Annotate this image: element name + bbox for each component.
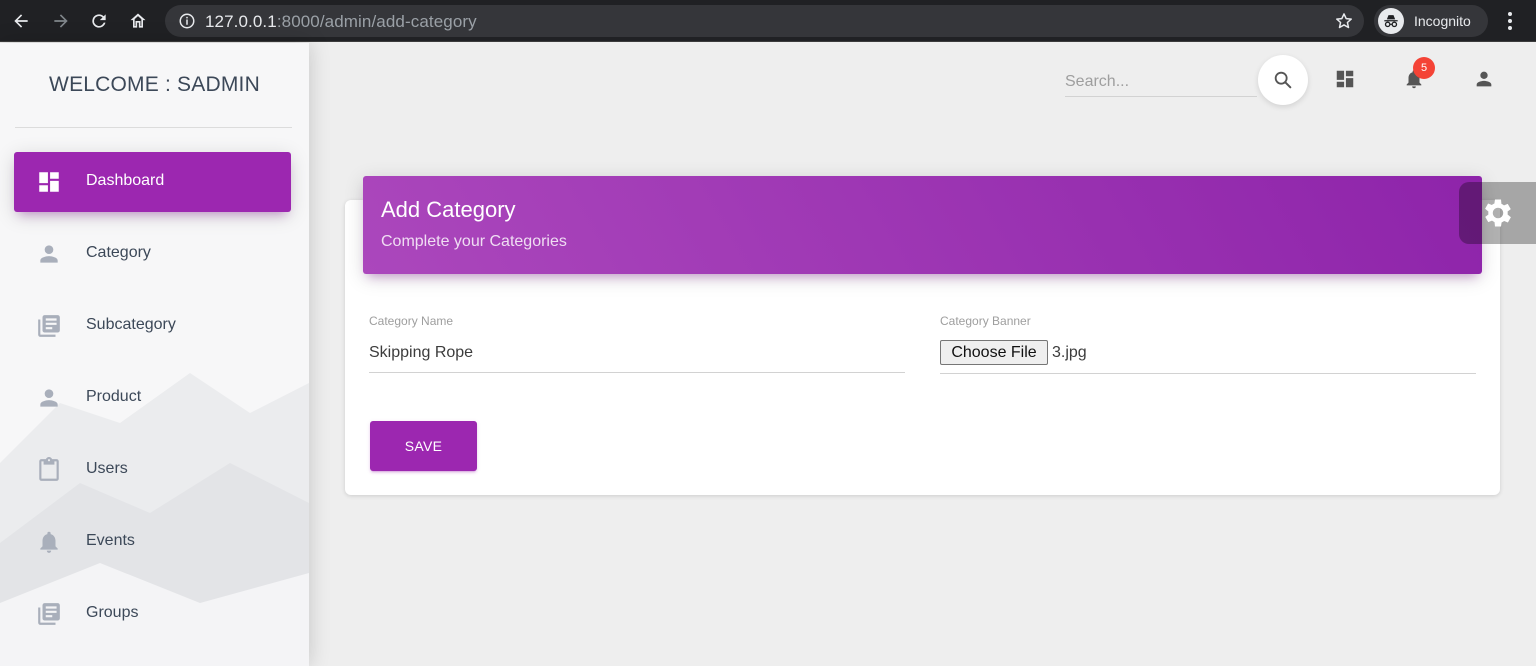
sidebar-item-label: Subcategory xyxy=(86,316,176,333)
save-button[interactable]: SAVE xyxy=(370,421,477,471)
sidebar-item-events[interactable]: Events xyxy=(14,512,291,572)
reload-button[interactable] xyxy=(84,6,114,36)
url-text: 127.0.0.1:8000/admin/add-category xyxy=(205,12,477,32)
sidebar-item-label: Product xyxy=(86,388,142,405)
reload-icon xyxy=(92,14,106,28)
content-paste-icon xyxy=(39,457,59,481)
person-icon xyxy=(40,245,58,263)
search-input[interactable] xyxy=(1065,67,1257,97)
arrow-right-icon xyxy=(54,14,68,28)
notification-badge: 5 xyxy=(1413,57,1435,79)
more-vert-icon[interactable] xyxy=(1500,8,1520,34)
sidebar-item-label: Category xyxy=(86,244,151,261)
settings-plugin-button[interactable] xyxy=(1459,182,1536,244)
search-icon xyxy=(1274,71,1292,89)
sidebar-item-category[interactable]: Category xyxy=(14,224,291,284)
incognito-label: Incognito xyxy=(1414,13,1471,29)
person-icon xyxy=(1476,71,1492,87)
back-button[interactable] xyxy=(6,6,36,36)
category-banner-underline xyxy=(940,373,1476,374)
dashboard-nav-button[interactable] xyxy=(1332,66,1358,92)
home-icon xyxy=(130,13,146,28)
category-name-input[interactable]: Skipping Rope xyxy=(369,344,473,362)
sidebar-item-label: Dashboard xyxy=(86,172,165,189)
sidebar: WELCOME : SADMIN Dashboard Category Subc… xyxy=(0,43,309,666)
url-path: :8000/admin/add-category xyxy=(276,12,477,31)
url-host: 127.0.0.1 xyxy=(205,12,277,31)
forward-button[interactable] xyxy=(46,6,76,36)
bookmark-star-icon[interactable] xyxy=(1334,11,1354,31)
card-header: Add Category Complete your Categories xyxy=(363,176,1482,274)
sidebar-item-label: Groups xyxy=(86,604,139,621)
category-banner-label: Category Banner xyxy=(940,314,1031,328)
category-name-underline xyxy=(369,372,905,373)
sidebar-item-users[interactable]: Users xyxy=(14,440,291,500)
browser-toolbar: 127.0.0.1:8000/admin/add-category Incogn… xyxy=(0,0,1536,42)
card-subtitle: Complete your Categories xyxy=(381,233,567,250)
library-books-icon xyxy=(38,603,60,625)
incognito-icon xyxy=(1378,8,1404,34)
search-button[interactable] xyxy=(1258,55,1308,105)
category-name-label: Category Name xyxy=(369,314,454,328)
gear-icon xyxy=(1484,199,1511,227)
dashboard-icon xyxy=(39,172,59,192)
notifications-icon xyxy=(40,531,58,553)
address-bar[interactable]: 127.0.0.1:8000/admin/add-category xyxy=(165,5,1364,37)
dashboard-icon xyxy=(1336,70,1354,88)
account-button[interactable] xyxy=(1471,66,1497,92)
selected-file-name: 3.jpg xyxy=(1052,344,1087,361)
choose-file-button[interactable]: Choose File xyxy=(940,340,1048,365)
sidebar-item-dashboard[interactable]: Dashboard xyxy=(14,152,291,212)
arrow-left-icon xyxy=(14,14,28,28)
sidebar-item-label: Events xyxy=(86,532,135,549)
sidebar-item-groups[interactable]: Groups xyxy=(14,584,291,644)
sidebar-item-subcategory[interactable]: Subcategory xyxy=(14,296,291,356)
person-icon xyxy=(40,389,58,407)
incognito-profile-button[interactable]: Incognito xyxy=(1374,5,1488,37)
card-title: Add Category xyxy=(381,197,516,222)
home-button[interactable] xyxy=(123,6,153,36)
sidebar-brand[interactable]: WELCOME : SADMIN xyxy=(0,73,309,97)
sidebar-item-product[interactable]: Product xyxy=(14,368,291,428)
info-icon[interactable] xyxy=(178,12,196,30)
sidebar-item-label: Users xyxy=(86,460,128,477)
library-books-icon xyxy=(38,315,60,337)
sidebar-divider xyxy=(15,127,292,128)
